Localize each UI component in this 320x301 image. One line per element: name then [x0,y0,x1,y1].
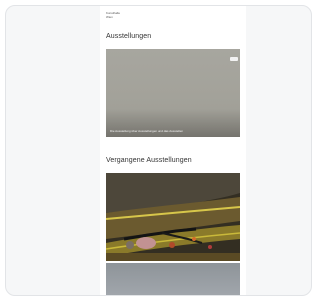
past-section-title: Vergangene Ausstellungen [106,157,192,164]
mobile-page: Kunsthalle Wien Ausstellungen Die Ausste… [100,6,246,295]
past-exhibition-tile-2[interactable] [106,263,240,295]
badge-icon [230,57,238,61]
past-exhibition-tile[interactable] [106,173,240,261]
upcoming-exhibition-caption: Die Ausstellung über Ausstellungen und d… [110,129,184,133]
site-logo-line2[interactable]: Wien [106,15,113,20]
past-exhibition-image [106,173,240,261]
upcoming-section-title: Ausstellungen [106,33,152,40]
preview-card: Kunsthalle Wien Ausstellungen Die Ausste… [5,5,312,296]
upcoming-exhibition-tile[interactable]: Die Ausstellung über Ausstellungen und d… [106,49,240,137]
